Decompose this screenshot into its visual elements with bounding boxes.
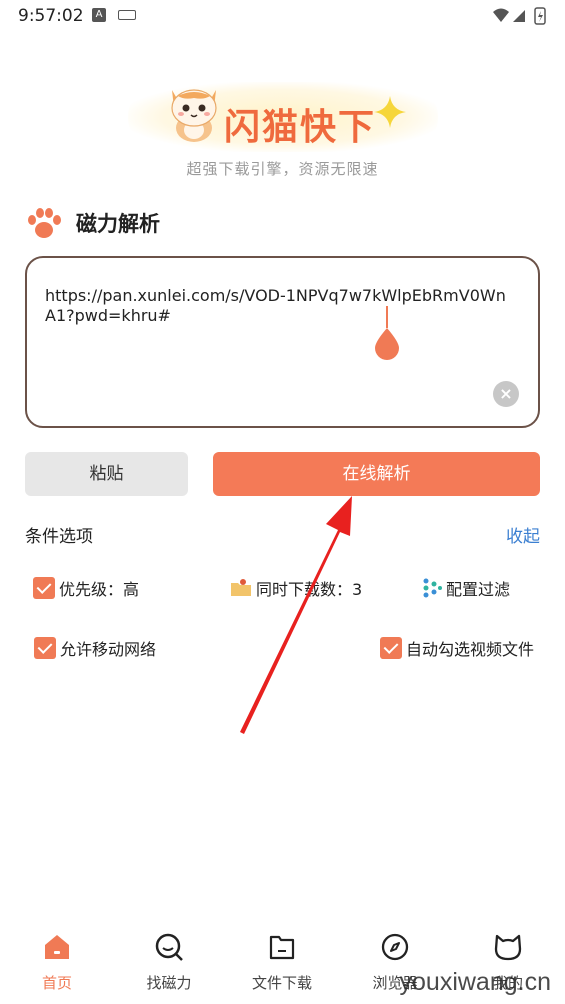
filter-icon <box>423 578 442 598</box>
nav-find-magnet-label: 找磁力 <box>146 974 192 992</box>
filter-label: 配置过滤 <box>446 580 511 599</box>
clear-input-button[interactable]: × <box>493 381 519 407</box>
priority-checkbox[interactable] <box>33 577 55 599</box>
concurrent-label: 同时下载数：3 <box>256 580 363 599</box>
nav-file-download-label: 文件下载 <box>251 974 312 992</box>
magnet-url-input[interactable]: https://pan.xunlei.com/s/VOD-1NPVq7w7kWl… <box>25 256 540 428</box>
cat-mascot-icon <box>171 89 217 142</box>
sparkle-icon <box>374 96 406 128</box>
app-subtitle: 超强下载引擎，资源无限速 <box>186 160 379 178</box>
nav-home-label: 首页 <box>41 974 72 992</box>
home-icon <box>45 935 69 959</box>
section-title: 磁力解析 <box>76 212 160 236</box>
signal-icon <box>513 10 525 22</box>
cat-face-icon <box>494 934 522 961</box>
parse-online-button[interactable]: 在线解析 <box>213 452 540 496</box>
wifi-icon <box>493 8 509 22</box>
priority-option[interactable]: 优先级：高 <box>33 576 139 600</box>
folder-icon <box>269 935 295 960</box>
filter-config-option[interactable]: 配置过滤 <box>422 576 510 600</box>
auto-select-video-label: 自动勾选视频文件 <box>406 640 535 659</box>
mobile-network-label: 允许移动网络 <box>60 640 157 659</box>
nav-file-download[interactable]: 文件下载 <box>232 930 332 1000</box>
collapse-link[interactable]: 收起 <box>506 522 540 547</box>
mobile-network-checkbox[interactable] <box>34 637 56 659</box>
status-bar: 9:57:02 A <box>0 0 565 32</box>
url-input-value[interactable]: https://pan.xunlei.com/s/VOD-1NPVq7w7kWl… <box>45 286 515 326</box>
app-name: 闪猫快下 <box>224 107 377 148</box>
priority-label: 优先级：高 <box>59 580 140 599</box>
app-logo: 闪猫快下 <box>128 72 438 162</box>
cursor-handle[interactable] <box>373 326 401 360</box>
folder-download-icon <box>231 579 251 596</box>
status-icons <box>493 7 546 25</box>
watermark: youxiwang.cn <box>399 968 551 996</box>
concurrent-downloads-option[interactable]: 同时下载数：3 <box>230 576 362 600</box>
status-time: 9:57:02 <box>18 6 84 26</box>
mobile-network-option[interactable]: 允许移动网络 <box>34 636 156 660</box>
auto-select-video-option[interactable]: 自动勾选视频文件 <box>380 636 534 660</box>
paste-button[interactable]: 粘贴 <box>25 452 188 496</box>
compass-icon <box>381 933 409 961</box>
text-cursor <box>386 306 388 328</box>
auto-select-video-checkbox[interactable] <box>380 637 402 659</box>
options-title: 条件选项 <box>25 527 93 547</box>
paw-icon <box>28 208 61 238</box>
keyboard-icon <box>118 10 136 20</box>
nav-find-magnet[interactable]: 找磁力 <box>119 930 219 1000</box>
notification-a-icon: A <box>92 8 106 22</box>
search-icon <box>155 933 183 961</box>
nav-home[interactable]: 首页 <box>7 930 107 1000</box>
